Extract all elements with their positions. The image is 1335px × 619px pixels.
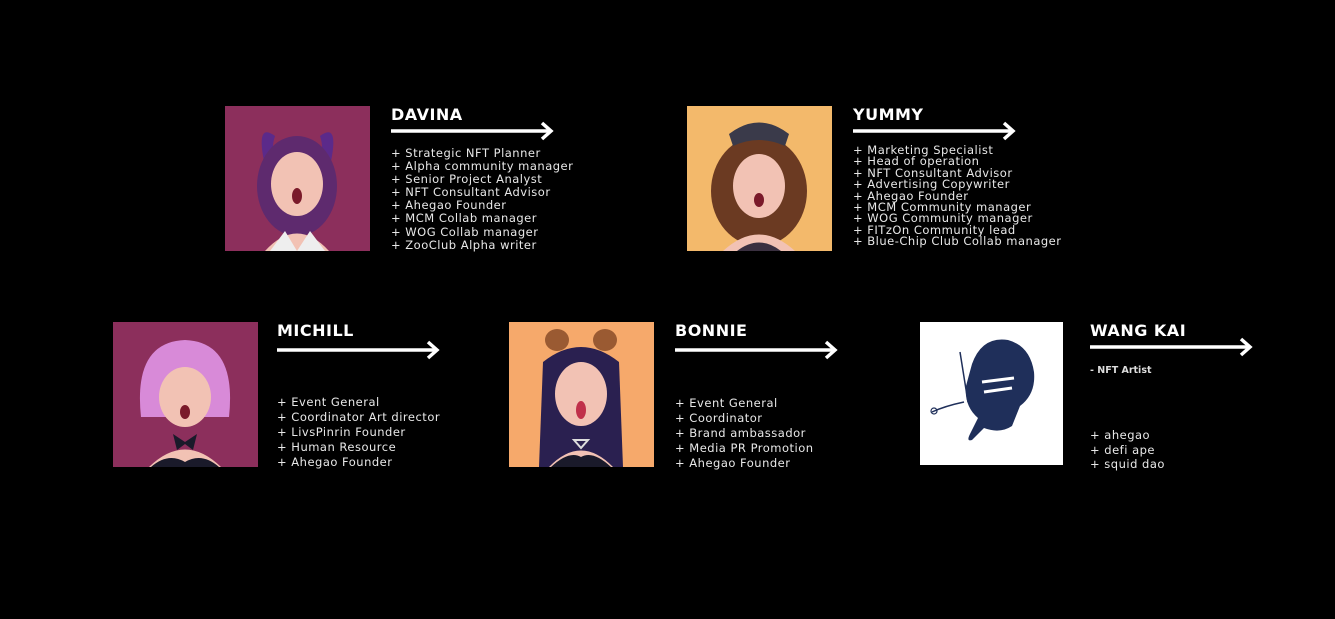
avatar-line-art-profile-icon <box>920 322 1063 465</box>
role-item: + ZooClub Alpha writer <box>391 237 537 252</box>
member-subtitle: - NFT Artist <box>1090 365 1152 376</box>
avatar-purple-horns-icon <box>225 106 370 251</box>
roles-list: + ahegao + defi ape + squid dao <box>1090 428 1165 472</box>
roles-list: + Event General + Coordinator + Brand am… <box>675 396 814 471</box>
roles-list: + Event General + Coordinator Art direct… <box>277 395 440 470</box>
role-item: + defi ape <box>1090 442 1155 457</box>
avatar-bear-ears-icon <box>509 322 654 467</box>
role-item: + Human Resource <box>277 440 397 454</box>
avatar-brown-hair-cap-icon <box>687 106 832 251</box>
arrow-right-icon <box>853 121 1017 141</box>
role-item: + Blue-Chip Club Collab manager <box>853 234 1062 249</box>
member-name: MICHILL <box>277 321 354 340</box>
role-item: + WOG Collab manager <box>391 224 539 239</box>
arrow-right-icon <box>277 340 441 360</box>
role-item: + Event General <box>675 396 778 410</box>
arrow-right-icon <box>1090 337 1254 357</box>
role-item: + LivsPinrin Founder <box>277 425 406 439</box>
roles-list: + Strategic NFT Planner + Alpha communit… <box>391 146 573 252</box>
arrow-right-icon <box>675 340 839 360</box>
role-item: + squid dao <box>1090 457 1165 471</box>
role-item: + Ahegao Founder <box>277 455 393 469</box>
avatar-pink-bob-icon <box>113 322 258 467</box>
role-item: + Coordinator Art director <box>277 410 441 424</box>
role-item: + Brand ambassador <box>675 426 806 440</box>
arrow-right-icon <box>391 121 555 141</box>
role-item: + Coordinator <box>675 411 763 425</box>
role-item: + ahegao <box>1090 428 1151 442</box>
member-name: BONNIE <box>675 321 748 340</box>
role-item: + Ahegao Founder <box>675 456 791 470</box>
roles-list: + Marketing Specialist + Head of operati… <box>853 144 1062 249</box>
role-item: + MCM Collab manager <box>391 211 537 226</box>
role-item: + Event General <box>277 395 380 409</box>
role-item: + Media PR Promotion <box>675 441 814 455</box>
